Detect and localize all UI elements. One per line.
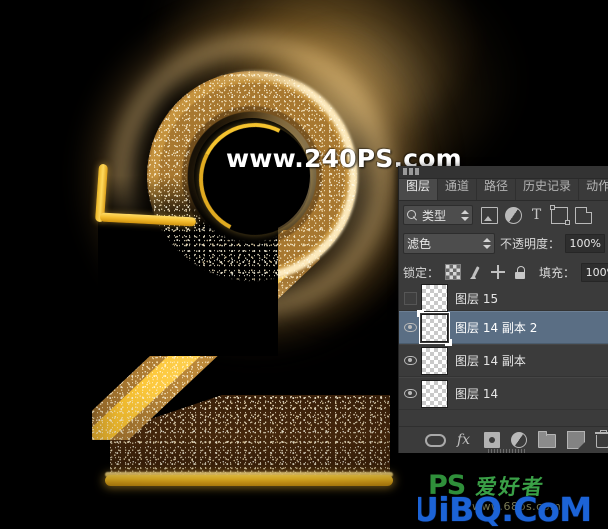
chevron-updown-icon[interactable] xyxy=(460,209,469,222)
layer-filter-row[interactable]: 类型 T xyxy=(399,201,608,229)
smart-object-icon[interactable] xyxy=(575,206,592,224)
lock-position-icon[interactable] xyxy=(491,265,506,279)
lock-transparent-pixels-icon[interactable] xyxy=(445,264,462,280)
new-group-icon[interactable] xyxy=(537,431,556,448)
fill-value[interactable]: 100% xyxy=(581,262,608,282)
table-row[interactable]: 图层 14 副本 2 xyxy=(399,309,608,346)
layer-name: 图层 14 副本 2 xyxy=(455,321,538,335)
filter-type-dropdown[interactable]: 类型 xyxy=(403,205,473,225)
blend-mode-chevron-icon[interactable] xyxy=(482,237,491,250)
tab-paths[interactable]: 路径 xyxy=(477,177,517,200)
filter-type-label: 类型 xyxy=(422,208,447,223)
filter-kind-icons[interactable]: T xyxy=(478,205,592,225)
glyph-base-bar xyxy=(105,475,393,486)
new-layer-icon[interactable] xyxy=(567,431,585,449)
panel-tab-bar[interactable]: 图层 通道 路径 历史记录 动作 xyxy=(399,176,608,201)
tab-history-label: 历史记录 xyxy=(523,179,572,193)
fx-label: fx xyxy=(457,432,471,448)
panel-grip-dots xyxy=(403,168,419,175)
link-layers-icon[interactable] xyxy=(425,433,446,447)
panel-resize-grip[interactable] xyxy=(488,449,526,453)
layer-list[interactable]: 图层 15 图层 14 副本 2 图层 14 副本 图层 14 xyxy=(399,284,608,410)
fill-label: 填充： xyxy=(539,265,576,280)
eye-icon xyxy=(403,323,417,332)
type-layer-icon[interactable]: T xyxy=(529,207,544,223)
layer-thumbnail[interactable] xyxy=(421,284,448,312)
blend-mode-row[interactable]: 滤色 不透明度： 100% xyxy=(399,229,608,258)
layer-visibility-toggle[interactable] xyxy=(399,291,421,305)
new-adjustment-layer-icon[interactable] xyxy=(511,432,527,448)
site-watermark: PS 爱好者 www.68ps.com UiBQ.CoM xyxy=(418,468,608,529)
delete-layer-icon[interactable] xyxy=(594,430,608,448)
layers-panel-toolbar[interactable]: fx xyxy=(399,426,608,453)
site-watermark-main-text: UiBQ.CoM xyxy=(418,490,592,529)
layer-visibility-toggle[interactable] xyxy=(399,323,421,332)
golden-number-two-artwork xyxy=(0,0,434,529)
layer-name: 图层 14 副本 xyxy=(455,354,526,368)
tab-history[interactable]: 历史记录 xyxy=(516,177,580,200)
panel-drag-grip[interactable] xyxy=(399,166,608,179)
magnifier-icon xyxy=(407,209,418,221)
tab-actions-label: 动作 xyxy=(586,179,608,193)
eye-icon xyxy=(403,389,417,398)
tab-paths-label: 路径 xyxy=(484,179,509,193)
shape-layer-icon[interactable] xyxy=(549,205,570,225)
pixel-layer-icon[interactable] xyxy=(481,206,498,224)
lock-row[interactable]: 锁定： 填充： 100% xyxy=(399,258,608,286)
layer-visibility-toggle[interactable] xyxy=(399,389,421,398)
table-row[interactable]: 图层 14 副本 xyxy=(399,344,608,377)
lock-icon-group[interactable] xyxy=(445,264,527,280)
lock-image-pixels-icon[interactable] xyxy=(469,265,483,279)
tab-layers-label: 图层 xyxy=(406,179,431,193)
blend-mode-dropdown[interactable]: 滤色 xyxy=(403,233,495,254)
layer-thumbnail[interactable] xyxy=(421,379,448,408)
layer-name: 图层 15 xyxy=(455,291,499,306)
opacity-value[interactable]: 100% xyxy=(565,234,605,253)
adjustment-layer-icon[interactable] xyxy=(505,206,522,224)
lock-label: 锁定： xyxy=(403,265,440,280)
add-layer-mask-icon[interactable] xyxy=(484,432,500,448)
blend-mode-value: 滤色 xyxy=(407,237,432,251)
layer-style-fx-icon[interactable]: fx xyxy=(457,432,473,448)
eye-icon xyxy=(403,356,417,365)
tab-layers[interactable]: 图层 xyxy=(399,176,439,200)
eye-off-icon xyxy=(403,291,417,305)
opacity-label: 不透明度： xyxy=(499,237,560,251)
table-row[interactable]: 图层 15 xyxy=(399,284,608,312)
tab-channels-label: 通道 xyxy=(445,179,470,193)
tab-channels[interactable]: 通道 xyxy=(438,177,478,200)
layer-name: 图层 14 xyxy=(455,387,499,401)
screenshot-root: www.240PS.com PS 爱好者 www.68ps.com UiBQ.C… xyxy=(0,0,608,529)
table-row[interactable]: 图层 14 xyxy=(399,377,608,410)
layer-thumbnail[interactable] xyxy=(417,309,452,346)
layer-visibility-toggle[interactable] xyxy=(399,356,421,365)
lock-all-icon[interactable] xyxy=(513,265,527,279)
layer-thumbnail[interactable] xyxy=(421,346,448,375)
tab-actions[interactable]: 动作 xyxy=(579,177,608,200)
layers-panel[interactable]: 图层 通道 路径 历史记录 动作 类型 T 滤色 不透明度： 100% 锁定： … xyxy=(398,166,608,453)
